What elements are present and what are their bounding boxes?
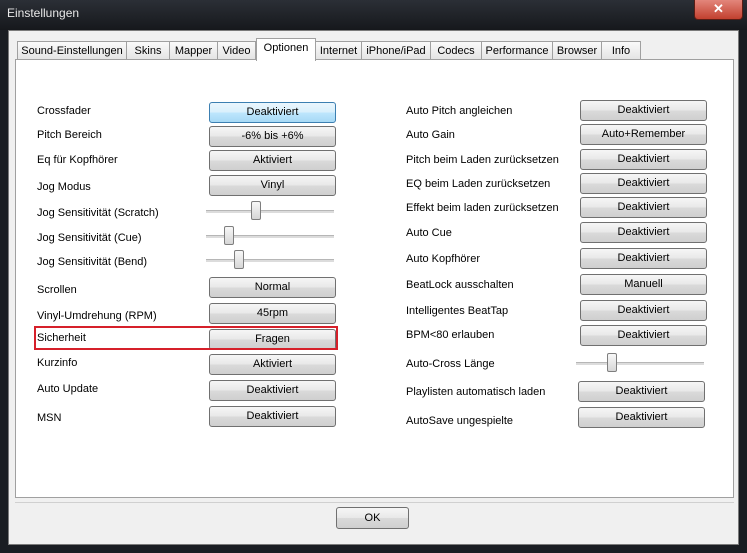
close-button[interactable]: ✕	[694, 0, 743, 20]
auto-update-button[interactable]: Deaktiviert	[209, 380, 336, 401]
label-msn: MSN	[37, 412, 62, 424]
label-jog-cue: Jog Sensitivität (Cue)	[37, 232, 142, 244]
auto-kopfhoerer-button[interactable]: Deaktiviert	[580, 248, 707, 269]
jog-scratch-slider[interactable]	[206, 201, 334, 221]
vinyl-rpm-button[interactable]: 45rpm	[209, 303, 336, 324]
window-title: Einstellungen	[7, 6, 80, 20]
tab-sound-einstellungen[interactable]: Sound-Einstellungen	[17, 41, 127, 60]
label-auto-cue: Auto Cue	[406, 227, 452, 239]
label-pitch-bereich: Pitch Bereich	[37, 129, 102, 141]
auto-cross-slider[interactable]	[576, 353, 704, 373]
label-playlisten: Playlisten automatisch laden	[406, 386, 546, 398]
playlisten-button[interactable]: Deaktiviert	[578, 381, 705, 402]
label-scrollen: Scrollen	[37, 284, 77, 296]
scrollen-button[interactable]: Normal	[209, 277, 336, 298]
slider-thumb[interactable]	[224, 226, 234, 245]
tab-optionen[interactable]: Optionen	[256, 38, 316, 61]
separator	[15, 502, 734, 503]
label-vinyl-rpm: Vinyl-Umdrehung (RPM)	[37, 310, 157, 322]
pitch-reset-button[interactable]: Deaktiviert	[580, 149, 707, 170]
tab-info[interactable]: Info	[601, 41, 641, 60]
tab-video[interactable]: Video	[217, 41, 256, 60]
jog-cue-slider[interactable]	[206, 226, 334, 246]
label-beatlock: BeatLock ausschalten	[406, 279, 514, 291]
slider-track	[206, 210, 334, 214]
msn-button[interactable]: Deaktiviert	[209, 406, 336, 427]
jog-bend-slider[interactable]	[206, 250, 334, 270]
label-autosave: AutoSave ungespielte	[406, 415, 514, 427]
label-auto-kopfhoerer: Auto Kopfhörer	[406, 253, 480, 265]
slider-thumb[interactable]	[607, 353, 617, 372]
crossfader-button[interactable]: Deaktiviert	[209, 102, 336, 123]
tab-mapper[interactable]: Mapper	[169, 41, 218, 60]
auto-cue-button[interactable]: Deaktiviert	[580, 222, 707, 243]
ok-button[interactable]: OK	[336, 507, 409, 529]
eq-reset-button[interactable]: Deaktiviert	[580, 173, 707, 194]
slider-thumb[interactable]	[234, 250, 244, 269]
beattap-button[interactable]: Deaktiviert	[580, 300, 707, 321]
tab-codecs[interactable]: Codecs	[430, 41, 482, 60]
highlight-box	[34, 326, 338, 350]
label-crossfader: Crossfader	[37, 105, 91, 117]
autosave-button[interactable]: Deaktiviert	[578, 407, 705, 428]
label-kurzinfo: Kurzinfo	[37, 357, 78, 369]
label-eq-kopfhoerer: Eq für Kopfhörer	[37, 154, 118, 166]
title-bar: Einstellungen ✕	[0, 0, 747, 30]
label-jog-bend: Jog Sensitivität (Bend)	[37, 256, 148, 268]
label-pitch-reset: Pitch beim Laden zurücksetzen	[406, 154, 559, 166]
kurzinfo-button[interactable]: Aktiviert	[209, 354, 336, 375]
tab-iphone-ipad[interactable]: iPhone/iPad	[361, 41, 431, 60]
label-beattap: Intelligentes BeatTap	[406, 305, 509, 317]
pitch-bereich-button[interactable]: -6% bis +6%	[209, 126, 336, 147]
label-jog-modus: Jog Modus	[37, 181, 91, 193]
slider-thumb[interactable]	[251, 201, 261, 220]
label-effekt-reset: Effekt beim laden zurücksetzen	[406, 202, 559, 214]
tab-skins[interactable]: Skins	[126, 41, 170, 60]
auto-gain-button[interactable]: Auto+Remember	[580, 124, 707, 145]
label-jog-scratch: Jog Sensitivität (Scratch)	[37, 207, 159, 219]
label-eq-reset: EQ beim Laden zurücksetzen	[406, 178, 551, 190]
eq-kopfhoerer-button[interactable]: Aktiviert	[209, 150, 336, 171]
label-auto-cross: Auto-Cross Länge	[406, 358, 495, 370]
effekt-reset-button[interactable]: Deaktiviert	[580, 197, 707, 218]
tab-browser[interactable]: Browser	[552, 41, 602, 60]
auto-pitch-button[interactable]: Deaktiviert	[580, 100, 707, 121]
label-auto-gain: Auto Gain	[406, 129, 455, 141]
label-auto-pitch: Auto Pitch angleichen	[406, 105, 513, 117]
slider-track	[206, 259, 334, 263]
jog-modus-button[interactable]: Vinyl	[209, 175, 336, 196]
tab-internet[interactable]: Internet	[315, 41, 362, 60]
slider-track	[576, 362, 704, 366]
label-auto-update: Auto Update	[37, 383, 99, 395]
label-bpm80: BPM<80 erlauben	[406, 329, 495, 341]
bpm80-button[interactable]: Deaktiviert	[580, 325, 707, 346]
tab-performance[interactable]: Performance	[481, 41, 553, 60]
beatlock-button[interactable]: Manuell	[580, 274, 707, 295]
